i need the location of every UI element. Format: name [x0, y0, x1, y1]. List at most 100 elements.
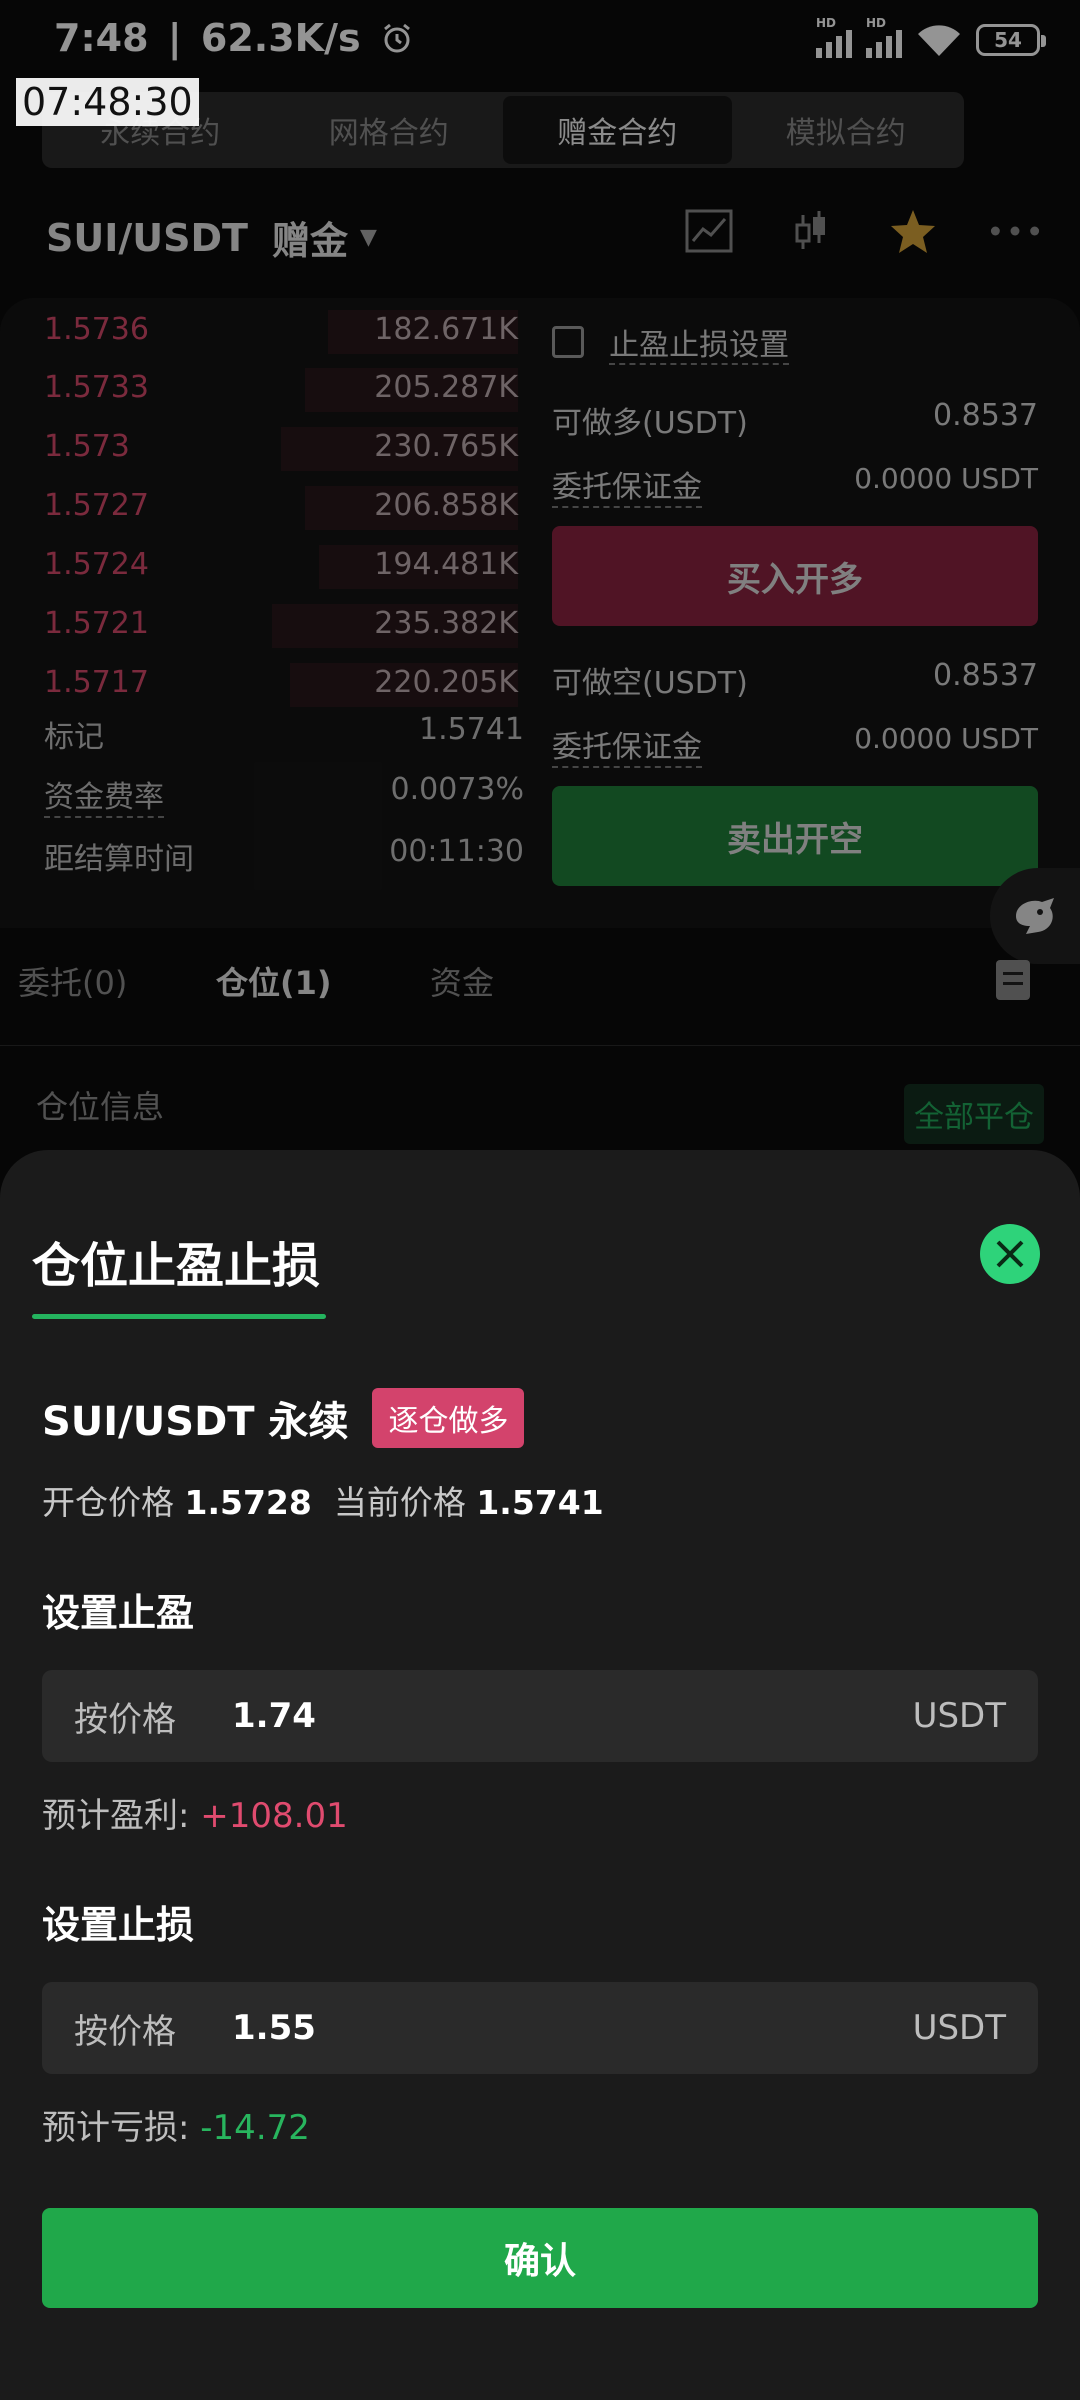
short-margin-row: 委托保证金 0.0000 USDT	[552, 722, 1038, 768]
alarm-icon	[383, 23, 410, 53]
open-price: 开仓价格 1.5728	[42, 1476, 312, 1524]
orderbook-price: 1.5736	[44, 311, 149, 347]
funding-rate-label[interactable]: 资金费率	[44, 772, 164, 818]
current-price-value: 1.5741	[476, 1483, 604, 1522]
status-time: 7:48 | 62.3K/s	[54, 16, 414, 60]
long-margin-label[interactable]: 委托保证金	[552, 462, 702, 508]
orderbook-row[interactable]: 1.5736 182.671K	[44, 304, 518, 354]
sheet-title: 仓位止盈止损	[32, 1238, 321, 1294]
signal-icon: HD	[866, 16, 902, 58]
caret-down-icon: ▼	[359, 225, 377, 250]
orderbook-row[interactable]: 1.5717 220.205K	[44, 657, 518, 707]
symbol-name: SUI/USDT 永续	[42, 1399, 349, 1445]
orderbook-row[interactable]: 1.5724 194.481K	[44, 539, 518, 589]
tpsl-setting-label: 止盈止损设置	[609, 328, 790, 365]
mark-price-row: 标记 1.5741	[44, 712, 524, 756]
document-icon[interactable]	[996, 960, 1030, 1000]
sell-short-button[interactable]: 卖出开空	[552, 786, 1038, 886]
tab-grid[interactable]: 网格合约	[275, 96, 504, 164]
stop-loss-mode[interactable]: 按价格	[74, 2004, 232, 2053]
stop-loss-unit: USDT	[912, 2008, 1006, 2048]
stop-loss-input[interactable]: 按价格 1.55 USDT	[42, 1982, 1038, 2074]
title-underline	[32, 1314, 326, 1319]
take-profit-value[interactable]: 1.74	[232, 1696, 913, 1736]
position-badge: 逐仓做多	[372, 1388, 525, 1448]
position-tabs: 委托(0) 仓位(1) 资金	[0, 940, 1080, 1046]
price-row: 开仓价格 1.5728 当前价格 1.5741	[42, 1476, 604, 1524]
long-margin-row: 委托保证金 0.0000 USDT	[552, 462, 1038, 508]
open-price-label: 开仓价格	[42, 1483, 174, 1522]
tab-demo[interactable]: 模拟合约	[732, 96, 961, 164]
current-price: 当前价格 1.5741	[334, 1476, 604, 1524]
estimated-profit-value: +108.01	[200, 1796, 348, 1836]
estimated-loss-label: 预计亏损:	[42, 2108, 190, 2148]
take-profit-unit: USDT	[912, 1696, 1006, 1736]
status-separator: |	[167, 16, 182, 60]
chart-line-icon[interactable]	[684, 206, 734, 256]
robot-icon	[1016, 898, 1054, 934]
tab-funds[interactable]: 资金	[430, 958, 494, 1004]
orderbook-row[interactable]: 1.5727 206.858K	[44, 480, 518, 530]
long-available-value: 0.8537	[933, 398, 1038, 433]
pair-name: SUI/USDT	[46, 215, 248, 260]
stop-loss-value[interactable]: 1.55	[232, 2008, 913, 2048]
signal-icon: HD	[816, 16, 852, 58]
take-profit-title: 设置止盈	[42, 1591, 195, 1635]
orderbook-row[interactable]: 1.573 230.765K	[44, 421, 518, 471]
estimated-loss-value: -14.72	[200, 2108, 310, 2148]
short-available-label: 可做空(USDT)	[552, 666, 748, 701]
orderbook-price: 1.5717	[44, 664, 149, 700]
symbol-row: SUI/USDT 永续 逐仓做多	[42, 1388, 525, 1448]
wifi-icon	[918, 25, 960, 56]
close-all-button[interactable]: 全部平仓	[904, 1084, 1044, 1144]
network-speed: 62.3K/s	[200, 16, 361, 60]
orderbook-price: 1.5727	[44, 487, 149, 523]
status-icons: HD HD 54	[816, 16, 1046, 58]
short-available-value: 0.8537	[933, 658, 1038, 693]
orderbook-price: 1.5733	[44, 369, 149, 405]
clock-overlay: 07:48:30	[16, 78, 199, 126]
take-profit-mode[interactable]: 按价格	[74, 1692, 232, 1741]
star-icon[interactable]	[888, 206, 938, 256]
tab-positions[interactable]: 仓位(1)	[216, 958, 332, 1004]
settlement-time-label: 距结算时间	[44, 842, 194, 877]
settlement-time-row: 距结算时间 00:11:30	[44, 834, 524, 878]
close-icon	[996, 1240, 1024, 1268]
long-available-row: 可做多(USDT) 0.8537	[552, 398, 1038, 442]
long-available-label: 可做多(USDT)	[552, 406, 748, 441]
open-price-value: 1.5728	[184, 1483, 312, 1522]
short-margin-value: 0.0000 USDT	[854, 722, 1038, 755]
confirm-button[interactable]: 确认	[42, 2208, 1038, 2308]
close-button[interactable]	[980, 1224, 1040, 1284]
orderbook-row[interactable]: 1.5721 235.382K	[44, 598, 518, 648]
orderbook-price: 1.5721	[44, 605, 149, 641]
funding-rate-value: 0.0073%	[390, 772, 524, 807]
short-available-row: 可做空(USDT) 0.8537	[552, 658, 1038, 702]
header-actions	[684, 206, 1040, 256]
tpsl-setting-row[interactable]: 止盈止损设置	[552, 320, 1038, 365]
mark-price-label: 标记	[44, 720, 104, 755]
stop-loss-title: 设置止损	[42, 1903, 195, 1947]
funding-rate-row[interactable]: 资金费率 0.0073%	[44, 772, 524, 818]
battery-icon: 54	[976, 24, 1046, 56]
estimated-profit: 预计盈利: +108.01	[42, 1788, 348, 1837]
status-clock: 7:48	[54, 16, 149, 60]
estimated-loss: 预计亏损: -14.72	[42, 2100, 310, 2149]
short-margin-label[interactable]: 委托保证金	[552, 722, 702, 768]
tpsl-checkbox[interactable]	[552, 326, 584, 358]
orderbook-row[interactable]: 1.5733 205.287K	[44, 362, 518, 412]
current-price-label: 当前价格	[333, 1483, 466, 1522]
position-info-label: 仓位信息	[36, 1088, 165, 1126]
tab-orders[interactable]: 委托(0)	[18, 958, 127, 1004]
tab-bonus[interactable]: 赠金合约	[503, 96, 732, 164]
take-profit-input[interactable]: 按价格 1.74 USDT	[42, 1670, 1038, 1762]
pair-mode: 赠金	[271, 219, 348, 263]
buy-long-button[interactable]: 买入开多	[552, 526, 1038, 626]
mark-price-value: 1.5741	[419, 712, 524, 747]
more-icon[interactable]	[990, 206, 1040, 256]
candlestick-icon[interactable]	[786, 206, 836, 256]
status-bar: 7:48 | 62.3K/s HD HD 54	[0, 0, 1080, 80]
trade-panel: 1.5736 182.671K 1.5733 205.287K 1.573 23…	[0, 298, 1080, 928]
pair-selector[interactable]: SUI/USDT 赠金 ▼	[46, 210, 377, 265]
orderbook-price: 1.5724	[44, 546, 149, 582]
